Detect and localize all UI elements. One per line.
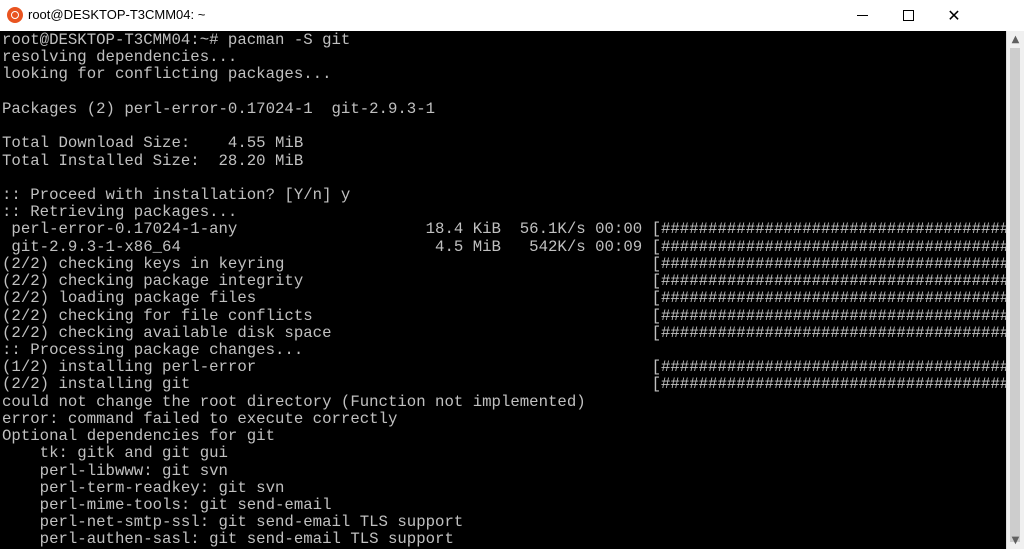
- terminal-line: (2/2) checking for file conflicts [#####…: [2, 306, 1006, 325]
- terminal-line: (2/2) installing git [##################…: [2, 375, 1006, 394]
- terminal-line: Optional dependencies for git: [2, 427, 276, 446]
- terminal-line: :: Retrieving packages...: [2, 203, 238, 222]
- minimize-icon: [856, 15, 868, 16]
- terminal-line: root@DESKTOP-T3CMM04:~# pacman -S git: [2, 31, 351, 49]
- terminal-line: perl-authen-sasl: git send-email TLS sup…: [2, 530, 454, 549]
- terminal-line: looking for conflicting packages...: [2, 65, 332, 84]
- terminal-line: Packages (2) perl-error-0.17024-1 git-2.…: [2, 99, 436, 118]
- terminal-line: resolving dependencies...: [2, 48, 238, 67]
- terminal-line: Total Installed Size: 28.20 MiB: [2, 151, 304, 170]
- terminal-line: perl-term-readkey: git svn: [2, 478, 285, 497]
- terminal-output[interactable]: root@DESKTOP-T3CMM04:~# pacman -S git res…: [0, 31, 1006, 549]
- terminal-line: (2/2) checking keys in keyring [########…: [2, 254, 1006, 273]
- terminal-line: perl-mime-tools: git send-email: [2, 495, 332, 514]
- scroll-up-icon[interactable]: ▲: [1007, 31, 1024, 48]
- ubuntu-icon[interactable]: [7, 7, 23, 23]
- terminal-line: git-2.9.3-1-x86_64 4.5 MiB 542K/s 00:09 …: [2, 237, 1006, 256]
- scroll-down-icon[interactable]: ▼: [1007, 532, 1024, 549]
- maximize-button[interactable]: [885, 0, 931, 31]
- terminal-line: could not change the root directory (Fun…: [2, 392, 586, 411]
- terminal-line: (2/2) checking available disk space [###…: [2, 323, 1006, 342]
- close-icon: ✕: [947, 5, 961, 25]
- title-bar[interactable]: root@DESKTOP-T3CMM04: ~ ✕: [0, 0, 1024, 31]
- close-button[interactable]: ✕: [931, 0, 977, 31]
- terminal-line: :: Proceed with installation? [Y/n] y: [2, 185, 351, 204]
- maximize-icon: [902, 10, 914, 21]
- terminal-line: error: command failed to execute correct…: [2, 409, 398, 428]
- terminal-line: (2/2) checking package integrity [######…: [2, 272, 1006, 291]
- terminal-line: perl-libwww: git svn: [2, 461, 228, 480]
- terminal-line: (1/2) installing perl-error [###########…: [2, 358, 1006, 377]
- terminal-line: (2/2) loading package files [###########…: [2, 289, 1006, 308]
- vertical-scrollbar[interactable]: ▲ ▼: [1006, 31, 1024, 549]
- terminal-window: root@DESKTOP-T3CMM04: ~ ✕ root@DESKTOP-T…: [0, 0, 1024, 549]
- terminal-line: tk: gitk and git gui: [2, 444, 228, 463]
- terminal-line: perl-net-smtp-ssl: git send-email TLS su…: [2, 513, 464, 532]
- terminal-line: :: Processing package changes...: [2, 340, 304, 359]
- terminal-line: Total Download Size: 4.55 MiB: [2, 134, 304, 153]
- terminal-line: perl-error-0.17024-1-any 18.4 KiB 56.1K/…: [2, 220, 1006, 239]
- minimize-button[interactable]: [839, 0, 885, 31]
- window-title: root@DESKTOP-T3CMM04: ~: [28, 7, 206, 22]
- scrollbar-thumb[interactable]: [1010, 48, 1020, 542]
